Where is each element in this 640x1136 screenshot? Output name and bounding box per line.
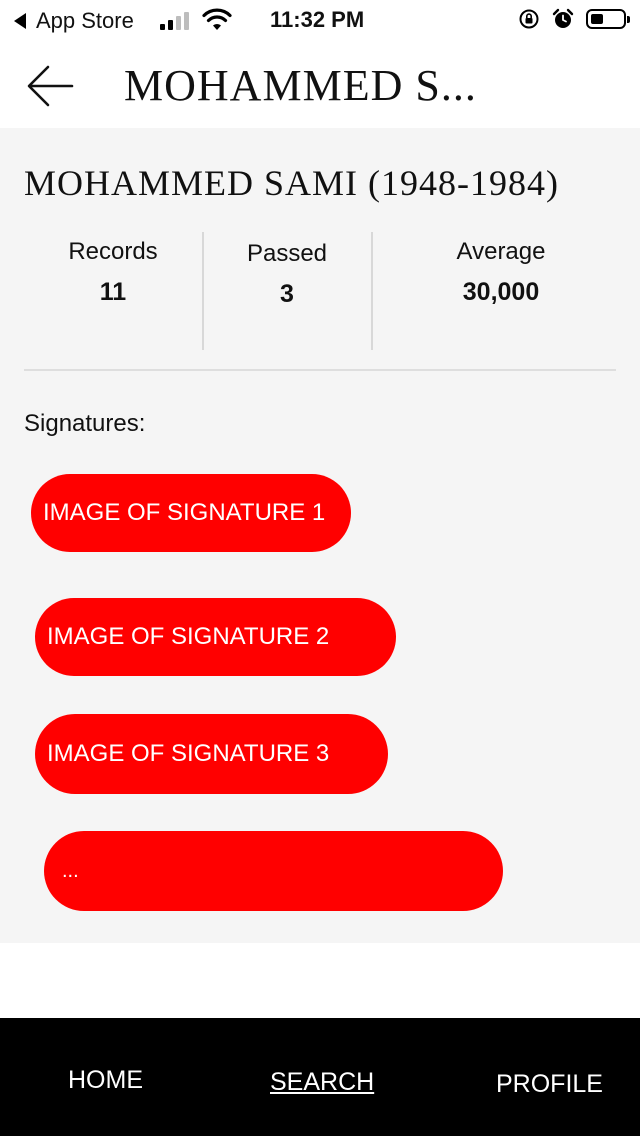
section-divider [24,369,616,371]
status-time: 11:32 PM [270,7,365,32]
battery-icon [586,9,630,29]
back-to-app-store[interactable]: App Store [14,8,134,34]
orientation-lock-icon [519,9,539,29]
records-value: 11 [99,278,127,306]
tab-profile[interactable]: PROFILE [496,1070,603,1099]
stats-row: Records 11 Passed 3 Average 30,000 [24,232,616,350]
passed-label: Passed [246,240,328,267]
stat-records: Records 11 [24,238,202,307]
profile-panel: MOHAMMED SAMI (1948-1984) Records 11 Pas… [0,128,640,943]
passed-value: 3 [280,280,294,308]
signature-image-2-button[interactable]: IMAGE OF SIGNATURE 2 [35,598,396,676]
tab-home[interactable]: HOME [68,1066,143,1095]
wifi-icon [202,8,232,30]
average-label: Average [456,238,546,265]
back-triangle-icon [14,13,26,29]
battery-level-fill [591,14,603,24]
stat-average: Average 30,000 [372,238,630,307]
signature-image-3-button[interactable]: IMAGE OF SIGNATURE 3 [35,714,388,794]
alarm-clock-icon [552,8,574,28]
more-signatures-button[interactable]: ... [44,831,503,911]
records-label: Records [68,238,158,265]
status-bar: App Store 11:32 PM [0,0,640,42]
bottom-tab-bar: HOME SEARCH PROFILE [0,1018,640,1136]
average-value: 30,000 [462,278,540,306]
status-right-icons [518,8,630,30]
stat-passed: Passed 3 [202,240,372,309]
cellular-signal-icon [160,10,189,30]
tab-search[interactable]: SEARCH [270,1068,374,1097]
navigation-bar: MOHAMMED S... [0,42,640,128]
back-app-label: App Store [36,8,134,33]
nav-title: MOHAMMED S... [124,61,477,110]
signature-image-1-button[interactable]: IMAGE OF SIGNATURE 1 [31,474,351,552]
arrow-left-icon[interactable] [24,62,76,110]
signatures-heading: Signatures: [24,410,146,437]
person-title: MOHAMMED SAMI (1948-1984) [24,163,559,203]
